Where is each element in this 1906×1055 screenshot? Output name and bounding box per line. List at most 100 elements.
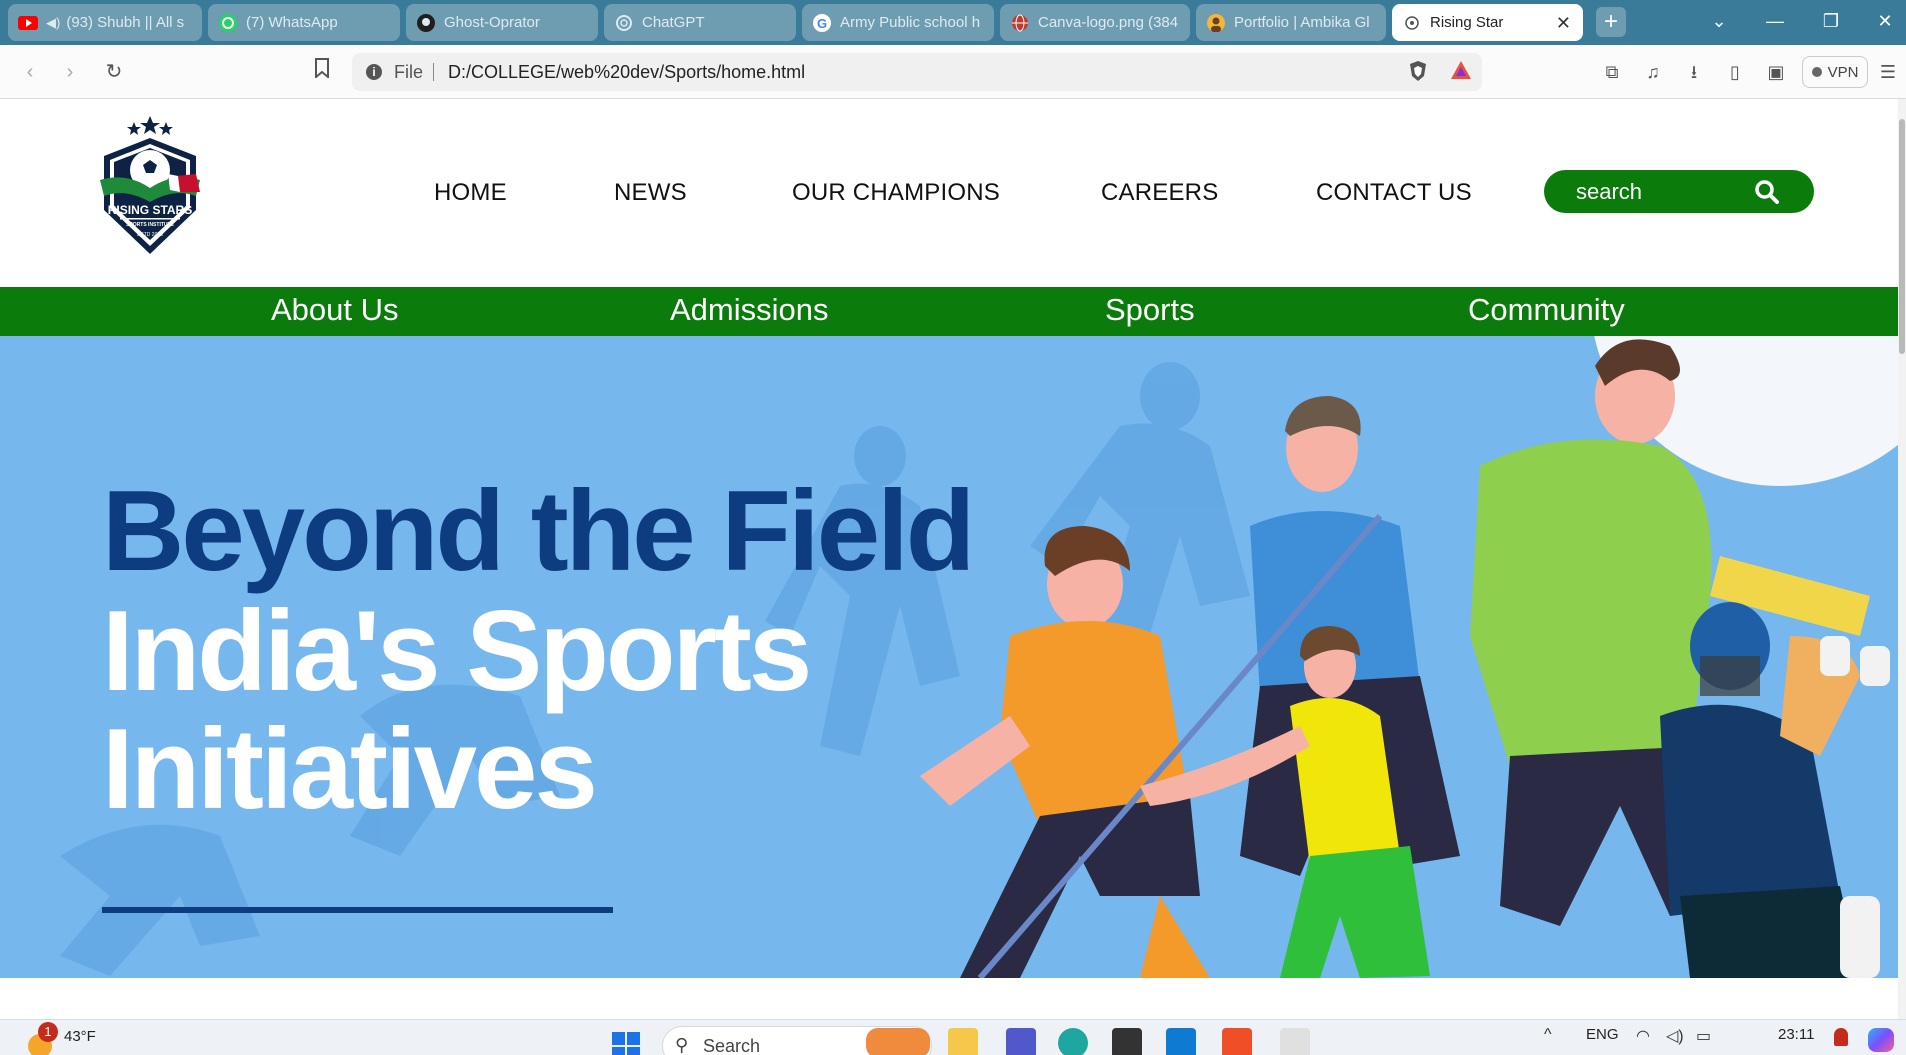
brave-shield-icon[interactable]	[1406, 60, 1430, 84]
nav-careers[interactable]: CAREERS	[1101, 179, 1218, 207]
tab-title: Army Public school h	[840, 14, 981, 31]
tab-canva-logo[interactable]: Canva-logo.png (384	[1000, 4, 1190, 41]
bookmark-icon[interactable]	[308, 58, 336, 86]
scrollbar-thumb[interactable]	[1899, 119, 1905, 354]
speaker-icon[interactable]: ◀)	[46, 15, 60, 31]
terminal-icon[interactable]	[1112, 1028, 1142, 1055]
vpn-label: VPN	[1827, 63, 1859, 81]
subnav-sports[interactable]: Sports	[1105, 292, 1195, 328]
page-scrollbar[interactable]	[1898, 99, 1906, 1019]
address-bar[interactable]: i File D:/COLLEGE/web%20dev/Sports/home.…	[352, 53, 1482, 91]
language-indicator[interactable]: ENG	[1586, 1026, 1619, 1043]
browser-tab-bar: ◀) (93) Shubh || All s (7) WhatsApp Ghos…	[0, 0, 1906, 45]
restore-icon[interactable]: ❐	[1816, 8, 1846, 34]
media-icon[interactable]: ♫	[1641, 60, 1665, 84]
battery-icon[interactable]: ▭	[1696, 1026, 1711, 1046]
tray-chevron-icon[interactable]: ^	[1544, 1026, 1552, 1044]
url-scheme: File	[394, 61, 424, 82]
reload-icon[interactable]: ↻	[100, 58, 128, 86]
vpn-status-icon	[1811, 67, 1822, 77]
tab-rising-star[interactable]: Rising Star ✕	[1392, 4, 1583, 41]
teams-icon[interactable]	[1006, 1028, 1036, 1055]
subnav-about-us[interactable]: About Us	[271, 292, 399, 328]
sidebar-icon[interactable]: ▯	[1723, 60, 1747, 84]
page-viewport: RISING STARS SPORTS INSTITUTE ESTD 2023 …	[0, 99, 1906, 1019]
url-separator	[433, 63, 435, 81]
tab-title: ChatGPT	[642, 14, 705, 31]
svg-text:G: G	[817, 16, 827, 31]
widgets-icon[interactable]	[866, 1028, 930, 1055]
vscode-icon[interactable]	[1166, 1028, 1196, 1055]
tab-whatsapp[interactable]: (7) WhatsApp	[208, 4, 400, 41]
site-logo[interactable]: RISING STARS SPORTS INSTITUTE ESTD 2023	[96, 114, 204, 256]
url-text: D:/COLLEGE/web%20dev/Sports/home.html	[448, 61, 806, 82]
github-icon	[416, 13, 436, 33]
tab-title: Canva-logo.png (384	[1038, 14, 1179, 31]
tab-google[interactable]: G Army Public school h	[802, 4, 994, 41]
tab-chatgpt[interactable]: ChatGPT	[604, 4, 796, 41]
tab-portfolio[interactable]: Portfolio | Ambika Gl	[1196, 4, 1386, 41]
new-tab-button[interactable]: +	[1596, 7, 1626, 37]
subnav-admissions[interactable]: Admissions	[670, 292, 829, 328]
menu-icon[interactable]: ☰	[1876, 60, 1900, 84]
weather-temp: 43°F	[64, 1028, 96, 1045]
tab-github[interactable]: Ghost-Oprator	[406, 4, 598, 41]
nav-contact-us[interactable]: CONTACT US	[1316, 179, 1472, 207]
snipping-tool-icon[interactable]	[1280, 1028, 1310, 1055]
extensions-icon[interactable]: ⧉	[1600, 60, 1624, 84]
file-explorer-icon[interactable]	[948, 1028, 978, 1055]
tab-title: Ghost-Oprator	[444, 14, 540, 31]
search-input[interactable]	[1576, 178, 1756, 206]
nav-home[interactable]: HOME	[434, 179, 507, 207]
search-icon: ⚲	[675, 1035, 689, 1055]
nav-our-champions[interactable]: OUR CHAMPIONS	[792, 179, 1000, 207]
logo-name: RISING STARS	[108, 203, 192, 217]
hero-headline-line-2: India's Sports	[102, 588, 812, 715]
back-icon[interactable]: ‹	[16, 58, 44, 86]
download-icon[interactable]: ⭳	[1682, 60, 1706, 84]
copilot-icon[interactable]	[1868, 1028, 1894, 1052]
nav-news[interactable]: NEWS	[614, 179, 687, 207]
hero-headline-line-3: Initiatives	[102, 706, 598, 833]
google-icon: G	[812, 13, 832, 33]
wallet-icon[interactable]: ▣	[1764, 60, 1788, 84]
clock-time[interactable]: 23:11	[1778, 1026, 1814, 1043]
windows-taskbar: 1 43°F ⚲ Search ^ ENG ◠ ◁) ▭ 23:11	[0, 1019, 1906, 1055]
tab-youtube[interactable]: ◀) (93) Shubh || All s	[8, 4, 202, 41]
logo-tagline: SPORTS INSTITUTE	[126, 222, 174, 228]
tab-title: Portfolio | Ambika Gl	[1234, 14, 1370, 31]
notification-badge: 1	[38, 1022, 58, 1042]
site-info-icon[interactable]: i	[366, 64, 382, 80]
hero-headline-line-1: Beyond the Field	[102, 468, 975, 595]
search-icon[interactable]	[1754, 179, 1780, 205]
volume-icon[interactable]: ◁)	[1666, 1026, 1684, 1046]
avatar-icon	[1206, 13, 1226, 33]
page-icon	[1402, 13, 1422, 33]
minimize-icon[interactable]: —	[1760, 8, 1790, 34]
start-icon[interactable]	[612, 1032, 640, 1055]
hero-underline	[102, 907, 613, 913]
forward-icon[interactable]: ›	[56, 58, 84, 86]
weather-widget[interactable]: 1	[22, 1022, 58, 1055]
subnav-community[interactable]: Community	[1468, 292, 1625, 328]
vpn-button[interactable]: VPN	[1802, 56, 1868, 88]
secondary-nav: About Us Admissions Sports Community	[0, 287, 1898, 336]
chatgpt-icon	[614, 13, 634, 33]
hero-banner: Beyond the Field India's Sports Initiati…	[0, 336, 1898, 978]
taskbar-search-label: Search	[703, 1035, 761, 1055]
close-tab-icon[interactable]: ✕	[1556, 13, 1571, 34]
wifi-icon[interactable]: ◠	[1636, 1026, 1650, 1046]
edge-icon[interactable]	[1058, 1028, 1088, 1055]
brave-rewards-icon[interactable]	[1449, 60, 1473, 84]
tab-title: (7) WhatsApp	[246, 14, 338, 31]
whatsapp-icon	[218, 13, 238, 33]
tab-title: (93) Shubh || All s	[66, 14, 185, 31]
athletes-illustration	[920, 339, 1890, 978]
tab-search-chevron-icon[interactable]: ⌄	[1704, 8, 1734, 34]
logo-est: ESTD 2023	[137, 232, 163, 238]
globe-icon	[1010, 13, 1030, 33]
browser-toolbar: ‹ › ↻ i File D:/COLLEGE/web%20dev/Sports…	[0, 45, 1906, 99]
notification-bell-icon[interactable]	[1834, 1028, 1848, 1046]
close-window-icon[interactable]: ✕	[1870, 8, 1900, 34]
brave-icon[interactable]	[1222, 1028, 1252, 1055]
